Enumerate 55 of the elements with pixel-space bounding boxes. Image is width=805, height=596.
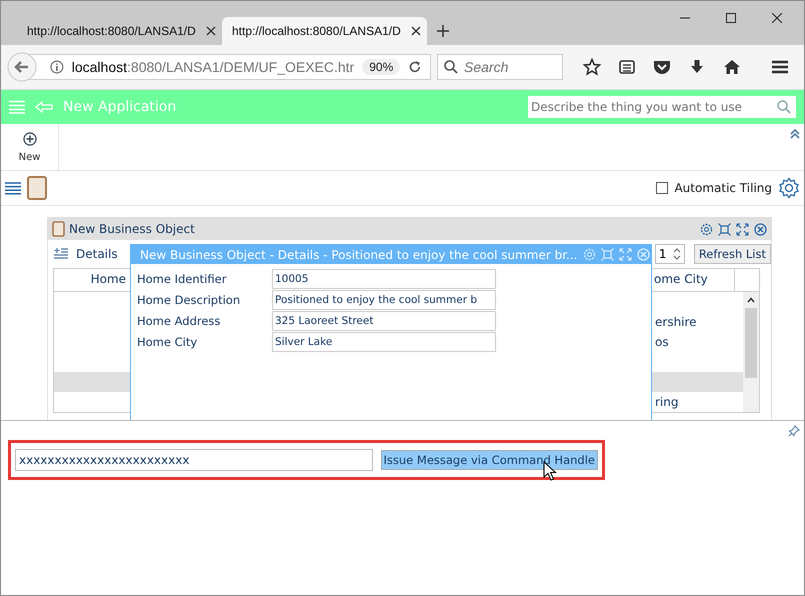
input-field[interactable]: 10005 xyxy=(272,269,496,289)
scroll-up-icon[interactable] xyxy=(747,297,755,303)
window-title: New Business Object xyxy=(69,222,195,236)
back-icon[interactable] xyxy=(7,52,37,82)
zoom-level[interactable]: 90% xyxy=(362,59,400,75)
new-tab-icon[interactable] xyxy=(437,25,449,37)
info-icon xyxy=(50,60,64,74)
pin-icon[interactable] xyxy=(788,425,800,437)
window-title: New Business Object - Details - Positioned to enjoy the cool summer br... xyxy=(140,248,578,262)
settings-icon[interactable] xyxy=(700,222,713,236)
checkbox-label: Automatic Tiling xyxy=(674,181,772,195)
input-field[interactable]: xxxxxxxxxxxxxxxxxxxxxxxx xyxy=(15,449,373,471)
spinner-field[interactable]: 1 xyxy=(654,244,685,264)
details-icon xyxy=(54,248,68,260)
field-label: Home Description xyxy=(137,293,242,307)
field-label: Home Identifier xyxy=(137,272,228,286)
menu-icon[interactable] xyxy=(771,59,789,75)
column-header[interactable]: Home xyxy=(54,269,126,291)
browser-tab[interactable]: http://localhost:8080/LANSA1/D xyxy=(17,17,222,45)
collapse-icon[interactable] xyxy=(790,128,800,140)
pocket-icon[interactable] xyxy=(653,59,671,75)
app-title: New Application xyxy=(63,99,176,115)
input-field[interactable]: 325 Laoreet Street xyxy=(272,311,496,331)
browser-tab[interactable]: http://localhost:8080/LANSA1/D xyxy=(222,17,427,45)
spinner-arrows-icon[interactable] xyxy=(672,247,681,261)
table-cell: ring xyxy=(655,395,678,409)
close-icon[interactable] xyxy=(772,13,782,23)
issue-message-button[interactable]: Issue Message via Command Handle xyxy=(380,450,598,470)
address-bar[interactable]: localhost:8080/LANSA1/DEM/UF_OEXEC.htr 90% xyxy=(29,54,431,80)
star-icon[interactable] xyxy=(583,58,601,76)
field-label: Home Address xyxy=(137,314,222,328)
close-icon[interactable] xyxy=(411,26,421,36)
field-label: Home City xyxy=(137,335,198,349)
search-field[interactable]: Search xyxy=(437,54,563,80)
document-icon xyxy=(52,221,65,237)
reading-list-icon[interactable] xyxy=(619,59,635,75)
plus-icon xyxy=(22,132,36,146)
input-field[interactable]: Silver Lake xyxy=(272,332,496,352)
checkbox[interactable] xyxy=(656,182,668,194)
input-field[interactable]: Positioned to enjoy the cool summer b xyxy=(272,290,496,310)
document-icon[interactable] xyxy=(27,176,47,200)
list-icon[interactable] xyxy=(5,182,21,194)
home-icon[interactable] xyxy=(723,59,741,75)
details-tab[interactable]: Details xyxy=(76,247,118,261)
maximize-icon[interactable] xyxy=(726,13,736,23)
settings-icon[interactable] xyxy=(778,177,800,199)
tile-icon[interactable] xyxy=(718,222,731,236)
expand-icon[interactable] xyxy=(736,222,749,236)
scrollbar[interactable] xyxy=(743,292,759,412)
download-icon[interactable] xyxy=(689,59,705,75)
search-field[interactable]: Describe the thing you want to use xyxy=(528,96,796,118)
close-icon[interactable] xyxy=(206,26,216,36)
search-icon xyxy=(444,60,458,74)
refresh-list-button[interactable]: Refresh List xyxy=(694,244,771,264)
reload-icon[interactable] xyxy=(408,60,422,74)
